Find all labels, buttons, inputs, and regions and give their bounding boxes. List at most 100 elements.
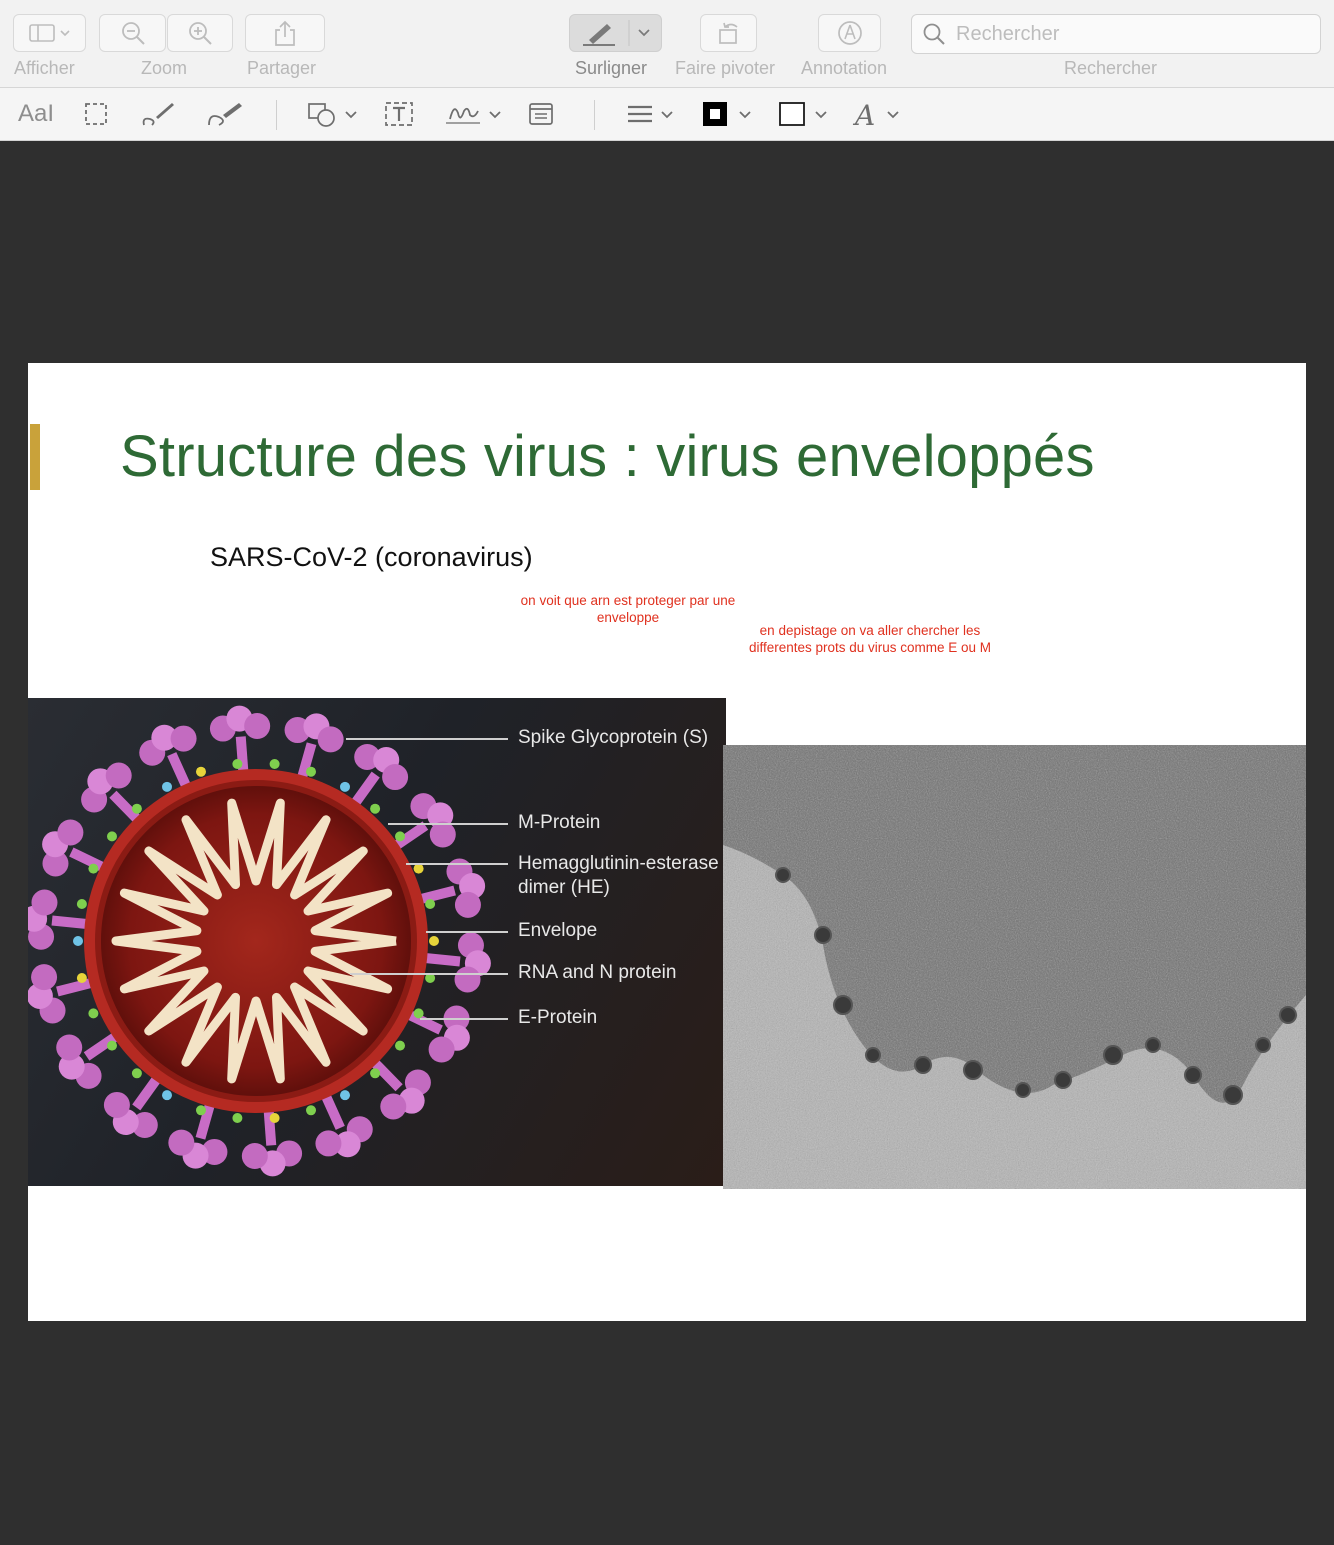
virion-particle bbox=[1255, 1037, 1271, 1053]
svg-text:A: A bbox=[852, 99, 875, 130]
main-toolbar: Afficher Zoom Partager Surligner Faire p… bbox=[0, 0, 1334, 88]
membrane-protein bbox=[106, 831, 117, 842]
spike-protein bbox=[348, 743, 409, 810]
coronavirus-diagram: Spike Glycoprotein (S) M-Protein Hemaggl… bbox=[28, 698, 726, 1186]
share-label: Partager bbox=[247, 58, 317, 78]
highlighter-icon bbox=[582, 20, 650, 46]
membrane-protein bbox=[162, 1090, 172, 1101]
fill-color-icon bbox=[779, 102, 827, 126]
virus-illustration bbox=[28, 705, 491, 1177]
label-he-dimer: Hemagglutinin-esterase dimer (HE) bbox=[518, 853, 719, 898]
sketch-button[interactable] bbox=[138, 96, 178, 132]
signature-icon bbox=[446, 107, 501, 124]
membrane-protein bbox=[195, 766, 206, 777]
line-style-icon bbox=[628, 105, 673, 123]
markup-toolbar: AaI A bbox=[0, 88, 1334, 141]
callout-line bbox=[426, 931, 508, 933]
text-format-button[interactable]: A bbox=[852, 96, 906, 132]
membrane-protein bbox=[232, 758, 243, 769]
spike-protein bbox=[103, 1072, 164, 1139]
callout-line bbox=[346, 738, 508, 740]
membrane-protein bbox=[370, 803, 381, 814]
callout-line bbox=[350, 973, 508, 975]
signature-button[interactable] bbox=[442, 96, 506, 132]
search-label: Rechercher bbox=[1064, 58, 1158, 78]
search-icon bbox=[923, 23, 945, 45]
zoom-in-button[interactable] bbox=[167, 14, 233, 52]
note-icon bbox=[529, 103, 553, 125]
membrane-protein bbox=[413, 863, 424, 874]
virion-particle bbox=[775, 867, 791, 883]
membrane-protein bbox=[370, 1068, 381, 1079]
membrane-protein bbox=[429, 936, 439, 946]
membrane-protein bbox=[195, 1105, 206, 1116]
membrane-protein bbox=[162, 781, 172, 792]
membrane-protein bbox=[269, 1113, 280, 1124]
membrane-protein bbox=[88, 1008, 99, 1019]
line-style-button[interactable] bbox=[624, 96, 678, 132]
virion-particle bbox=[1103, 1045, 1123, 1065]
text-style-button[interactable]: AaI bbox=[14, 96, 58, 132]
title-accent-bar bbox=[30, 424, 40, 490]
virion-particle bbox=[1145, 1037, 1161, 1053]
fill-color-button[interactable] bbox=[776, 96, 832, 132]
zoom-out-icon bbox=[121, 22, 145, 45]
spike-protein bbox=[81, 762, 145, 827]
border-color-icon bbox=[703, 102, 751, 126]
callout-line bbox=[388, 823, 508, 825]
virion-particle bbox=[1223, 1085, 1243, 1105]
membrane-protein bbox=[106, 1040, 117, 1051]
virion-particle bbox=[865, 1047, 881, 1063]
slide-subtitle: SARS-CoV-2 (coronavirus) bbox=[210, 542, 533, 572]
share-button[interactable] bbox=[245, 14, 325, 52]
annotation-note[interactable]: en depistage on va aller chercher les di… bbox=[734, 622, 1006, 656]
membrane-protein bbox=[413, 1008, 424, 1019]
zoom-label: Zoom bbox=[141, 58, 188, 78]
membrane-protein bbox=[88, 863, 99, 874]
highlight-button[interactable] bbox=[569, 14, 662, 52]
draw-button[interactable] bbox=[204, 96, 246, 132]
virion-particle bbox=[963, 1060, 983, 1080]
sidebar-icon bbox=[28, 24, 70, 42]
label-rna-n-protein: RNA and N protein bbox=[518, 962, 677, 983]
toolbar-divider bbox=[594, 100, 595, 130]
membrane-protein bbox=[306, 766, 317, 777]
zoom-out-button[interactable] bbox=[99, 14, 166, 52]
membrane-protein bbox=[425, 898, 436, 909]
membrane-protein bbox=[131, 803, 142, 814]
membrane-protein bbox=[395, 1040, 406, 1051]
shapes-icon bbox=[308, 103, 357, 127]
annotation-button[interactable] bbox=[818, 14, 881, 52]
virion-particle bbox=[1054, 1071, 1072, 1089]
border-color-button[interactable] bbox=[700, 96, 756, 132]
membrane-protein bbox=[395, 831, 406, 842]
text-box-button[interactable] bbox=[382, 96, 416, 132]
markup-pen-icon bbox=[837, 21, 862, 45]
label-spike: Spike Glycoprotein (S) bbox=[518, 727, 709, 748]
search-field[interactable] bbox=[911, 14, 1321, 54]
share-icon bbox=[275, 20, 295, 46]
membrane-protein bbox=[76, 973, 87, 984]
membrane-protein bbox=[73, 936, 83, 946]
spike-protein bbox=[139, 724, 197, 793]
search-input[interactable] bbox=[954, 21, 1318, 47]
membrane-protein bbox=[232, 1113, 243, 1124]
annotation-label: Annotation bbox=[801, 58, 888, 78]
virion-particle bbox=[833, 995, 853, 1015]
label-m-protein: M-Protein bbox=[518, 812, 601, 833]
selection-icon bbox=[85, 103, 107, 125]
label-e-protein: E-Protein bbox=[518, 1007, 598, 1028]
rotate-button[interactable] bbox=[700, 14, 757, 52]
toolbar-divider bbox=[276, 100, 277, 130]
rotate-label: Faire pivoter bbox=[675, 58, 776, 78]
annotation-note[interactable]: on voit que arn est proteger par une env… bbox=[508, 592, 748, 626]
rectangular-selection-button[interactable] bbox=[80, 96, 112, 132]
document-page: Structure des virus : virus enveloppés S… bbox=[28, 363, 1306, 1321]
spike-protein bbox=[28, 964, 98, 1024]
shapes-button[interactable] bbox=[306, 96, 362, 132]
membrane-protein bbox=[76, 898, 87, 909]
sidebar-view-button[interactable] bbox=[13, 14, 86, 52]
spike-protein bbox=[414, 858, 486, 918]
electron-micrograph bbox=[723, 745, 1306, 1189]
note-button[interactable] bbox=[526, 96, 556, 132]
